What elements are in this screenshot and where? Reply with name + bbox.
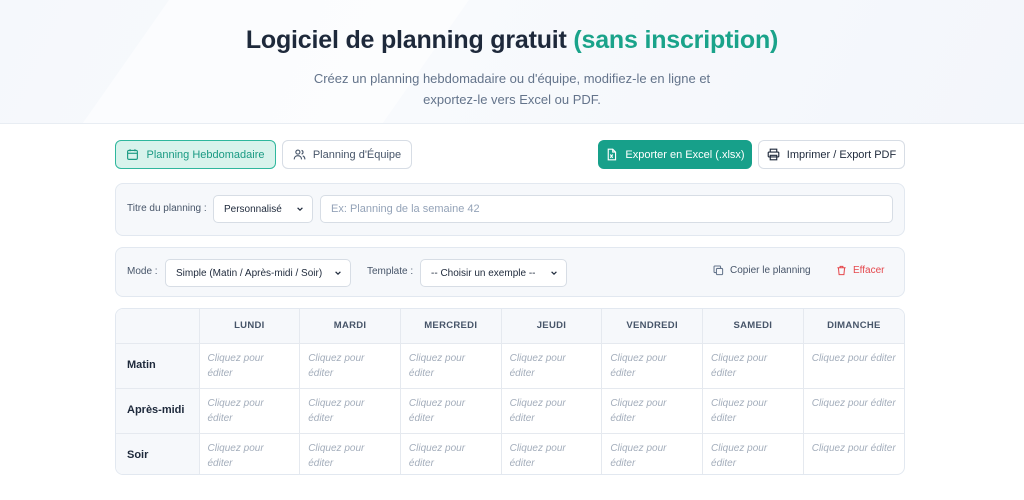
schedule-cell[interactable]: Cliquez pour éditer — [803, 433, 904, 474]
schedule-cell[interactable]: Cliquez pour éditer — [400, 343, 502, 389]
schedule-cell[interactable]: Cliquez pour éditer — [601, 433, 704, 474]
mode-panel: Mode : Simple (Matin / Après-midi / Soir… — [115, 247, 905, 297]
users-icon — [293, 149, 306, 160]
mode-label: Mode : — [127, 266, 158, 277]
chevron-down-icon — [551, 271, 557, 276]
header-row: LUNDI MARDI MERCREDI JEUDI VENDREDI SAME… — [116, 309, 904, 344]
file-excel-icon — [608, 148, 617, 161]
template-select-value: -- Choisir un exemple -- — [431, 267, 536, 279]
day-header: SAMEDI — [702, 309, 804, 344]
trash-icon — [837, 265, 846, 276]
chevron-down-icon — [297, 207, 303, 212]
table-row: Matin Cliquez pour éditer Cliquez pour é… — [116, 343, 904, 389]
row-header: Soir — [116, 433, 200, 474]
day-header: LUNDI — [199, 309, 301, 344]
mode-select-value: Simple (Matin / Après-midi / Soir) — [176, 267, 323, 279]
schedule-cell[interactable]: Cliquez pour éditer — [501, 343, 603, 389]
day-header: MARDI — [299, 309, 401, 344]
export-excel-label: Exporter en Excel (.xlsx) — [625, 148, 745, 161]
schedule-cell[interactable]: Cliquez pour éditer — [501, 388, 603, 434]
schedule-cell[interactable]: Cliquez pour éditer — [299, 388, 401, 434]
schedule-cell[interactable]: Cliquez pour éditer — [299, 433, 401, 474]
title-panel: Titre du planning : Personnalisé Ex: Pla… — [115, 183, 905, 236]
clear-button[interactable]: Effacer — [836, 265, 885, 276]
schedule-cell[interactable]: Cliquez pour éditer — [702, 433, 804, 474]
schedule-cell[interactable]: Cliquez pour éditer — [501, 433, 603, 474]
schedule-cell[interactable]: Cliquez pour éditer — [601, 388, 704, 434]
printer-icon — [767, 148, 780, 161]
corner-header — [116, 309, 200, 344]
row-header: Matin — [116, 343, 200, 389]
mode-select[interactable]: Simple (Matin / Après-midi / Soir) — [165, 259, 351, 287]
schedule-cell[interactable]: Cliquez pour éditer — [299, 343, 401, 389]
schedule-cell[interactable]: Cliquez pour éditer — [601, 343, 704, 389]
day-header: MERCREDI — [400, 309, 502, 344]
table-row: Après-midi Cliquez pour éditer Cliquez p… — [116, 388, 904, 434]
schedule-cell[interactable]: Cliquez pour éditer — [400, 388, 502, 434]
print-pdf-button[interactable]: Imprimer / Export PDF — [758, 140, 905, 169]
clear-label: Effacer — [853, 265, 885, 276]
schedule-cell[interactable]: Cliquez pour éditer — [400, 433, 502, 474]
tab-weekly-label: Planning Hebdomadaire — [146, 148, 265, 161]
planning-table: LUNDI MARDI MERCREDI JEUDI VENDREDI SAME… — [116, 309, 904, 474]
chevron-down-icon — [335, 271, 341, 276]
schedule-cell[interactable]: Cliquez pour éditer — [702, 343, 804, 389]
table-row: Soir Cliquez pour éditer Cliquez pour éd… — [116, 433, 904, 474]
schedule-cell[interactable]: Cliquez pour éditer — [702, 388, 804, 434]
schedule-cell[interactable]: Cliquez pour éditer — [803, 388, 904, 434]
schedule-cell[interactable]: Cliquez pour éditer — [199, 433, 301, 474]
print-pdf-label: Imprimer / Export PDF — [786, 148, 897, 161]
page-title: Logiciel de planning gratuit (sans inscr… — [245, 26, 779, 54]
planning-grid: LUNDI MARDI MERCREDI JEUDI VENDREDI SAME… — [115, 308, 905, 475]
copy-planning-label: Copier le planning — [730, 265, 811, 276]
copy-planning-button[interactable]: Copier le planning — [713, 265, 811, 276]
export-excel-button[interactable]: Exporter en Excel (.xlsx) — [598, 140, 752, 169]
day-header: DIMANCHE — [803, 309, 904, 344]
page-title-accent: (sans inscription) — [573, 26, 779, 54]
planning-title-select[interactable]: Personnalisé — [213, 195, 313, 223]
planning-title-input[interactable]: Ex: Planning de la semaine 42 — [320, 195, 893, 223]
row-header: Après-midi — [116, 388, 200, 434]
copy-icon — [713, 265, 724, 276]
planning-title-select-value: Personnalisé — [224, 203, 282, 215]
page-subtitle: Créez un planning hebdomadaire ou d'équi… — [313, 71, 711, 107]
schedule-cell[interactable]: Cliquez pour éditer — [199, 388, 301, 434]
planning-title-label: Titre du planning : — [127, 203, 207, 214]
tab-team-planning[interactable]: Planning d'Équipe — [282, 140, 412, 169]
tab-team-label: Planning d'Équipe — [312, 148, 402, 161]
hero-section: Logiciel de planning gratuit (sans inscr… — [0, 0, 1024, 124]
template-label: Template : — [367, 266, 414, 277]
day-header: JEUDI — [501, 309, 603, 344]
schedule-cell[interactable]: Cliquez pour éditer — [803, 343, 904, 389]
planning-title-placeholder: Ex: Planning de la semaine 42 — [331, 203, 480, 215]
template-select[interactable]: -- Choisir un exemple -- — [420, 259, 567, 287]
calendar-icon — [127, 149, 139, 160]
tab-weekly-planning[interactable]: Planning Hebdomadaire — [115, 140, 276, 169]
schedule-cell[interactable]: Cliquez pour éditer — [199, 343, 301, 389]
day-header: VENDREDI — [601, 309, 704, 344]
